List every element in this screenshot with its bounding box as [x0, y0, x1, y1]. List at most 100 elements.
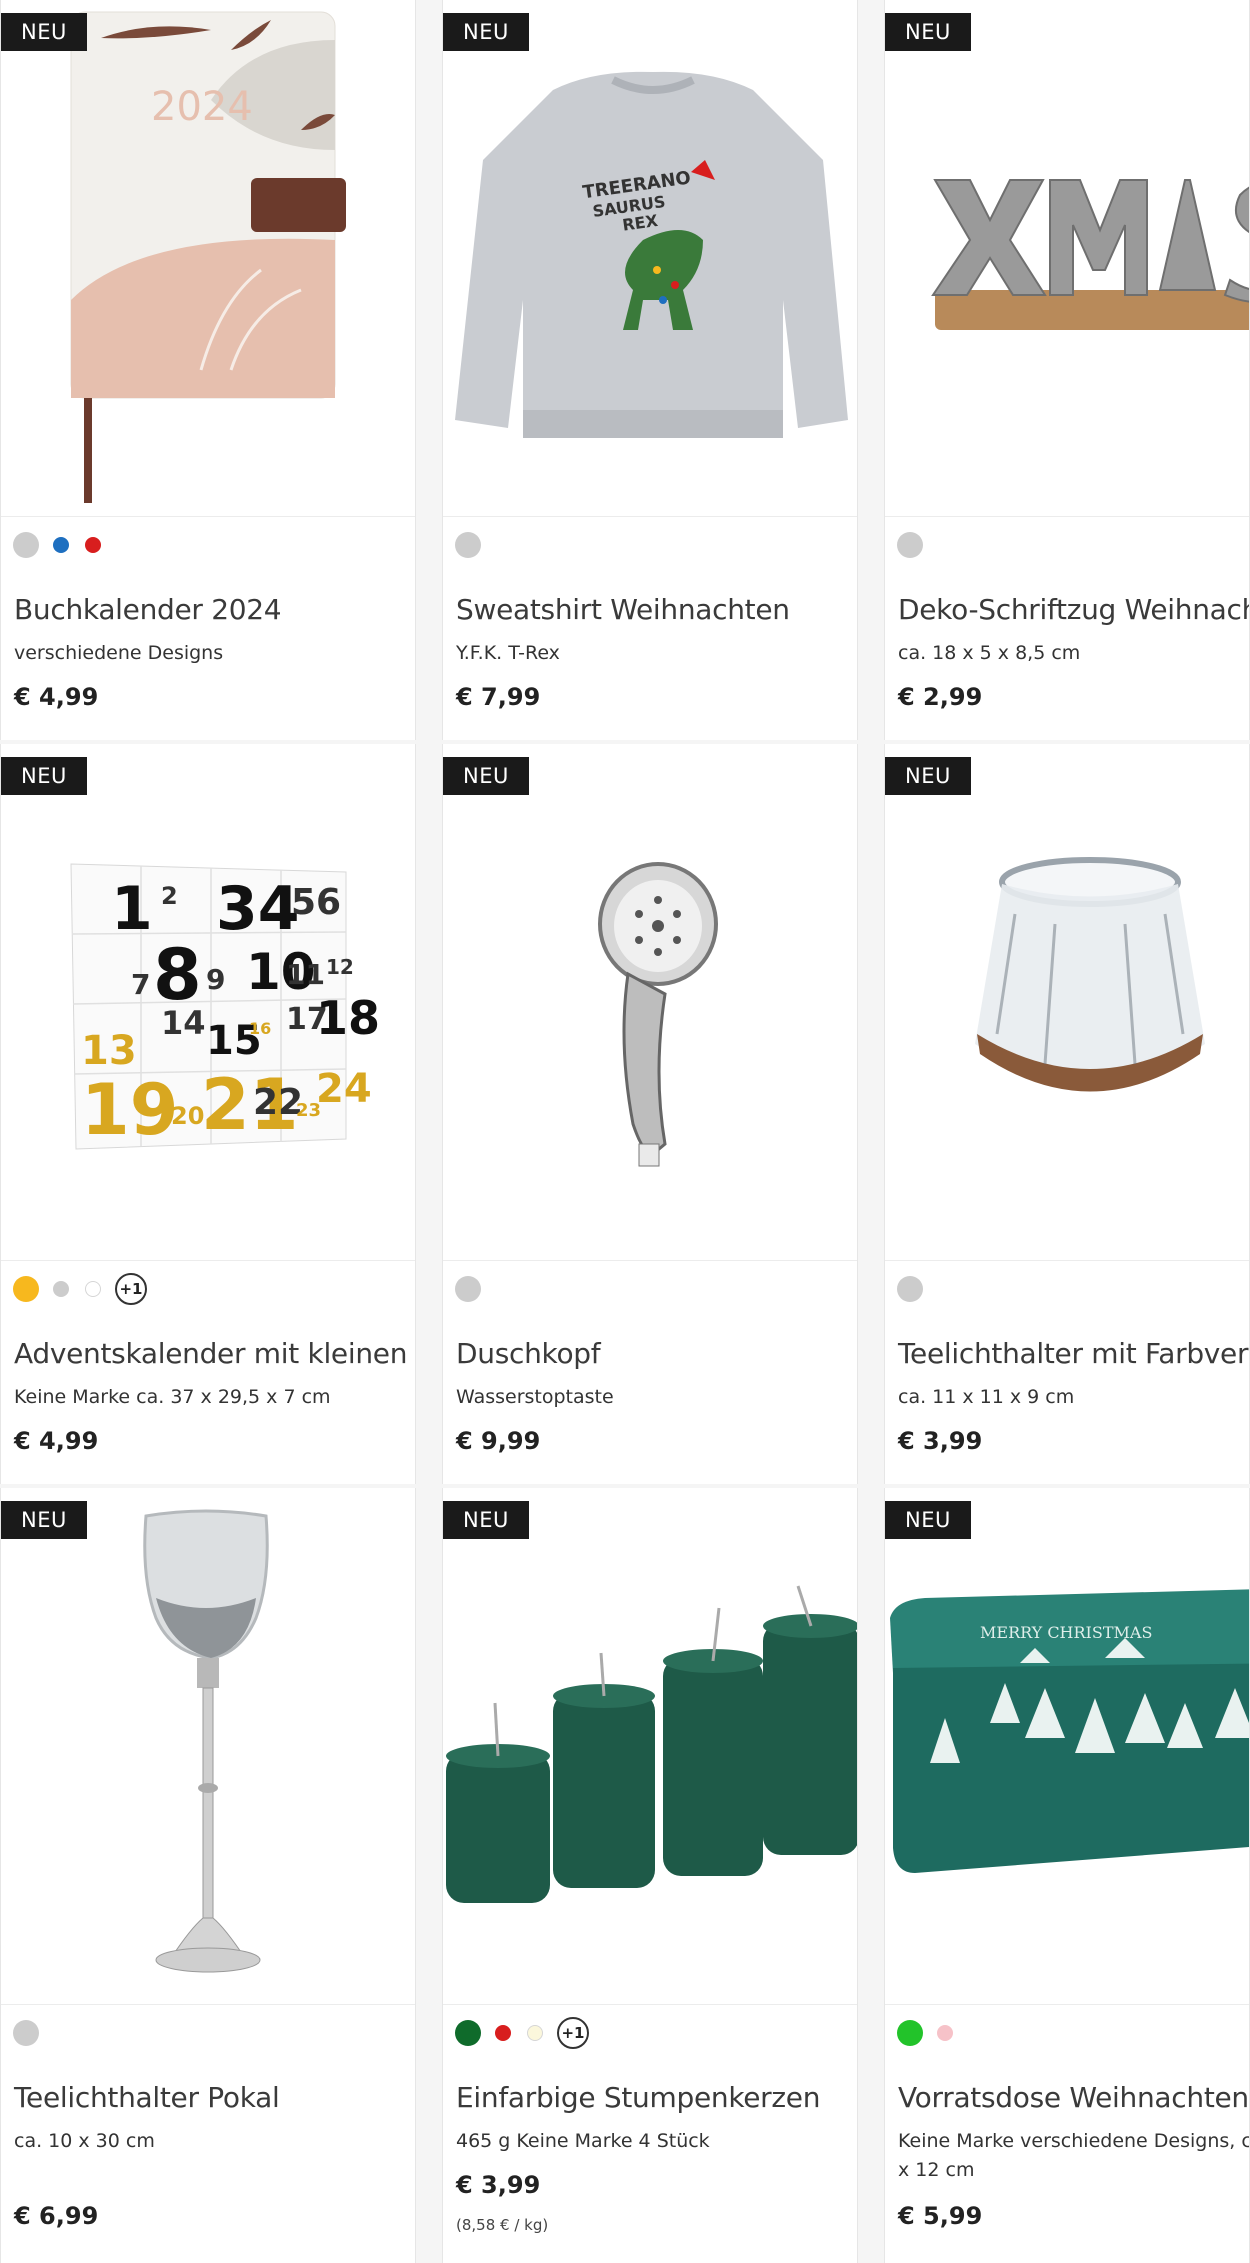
product-card[interactable]: NEU Duschkopf Wasserstoptaste € 9,99	[442, 744, 858, 1484]
product-price: € 4,99	[14, 683, 99, 711]
svg-text:2: 2	[161, 882, 178, 910]
product-title[interactable]: Duschkopf	[456, 1337, 601, 1370]
product-price: € 2,99	[898, 683, 983, 711]
more-colors-button[interactable]: +1	[115, 1273, 147, 1305]
product-subtitle: Wasserstoptaste	[456, 1386, 614, 1408]
product-subtitle: 465 g Keine Marke 4 Stück	[456, 2130, 710, 2152]
new-badge: NEU	[1, 757, 87, 795]
product-card[interactable]: NEU Teelichthalter Pokal ca. 10 x 30 cm …	[0, 1488, 416, 2263]
color-swatch[interactable]	[13, 1276, 39, 1302]
unit-price: (8,58 € / kg)	[456, 2216, 549, 2234]
product-subtitle: ca. 10 x 30 cm	[14, 2130, 155, 2152]
product-subtitle: Y.F.K. T-Rex	[456, 642, 560, 664]
product-image-tealight-holder[interactable]	[885, 744, 1249, 1261]
color-swatch[interactable]	[53, 1281, 69, 1297]
product-subtitle: Keine Marke ca. 37 x 29,5 x 7 cm	[14, 1386, 331, 1408]
product-card[interactable]: 1 2 34 56 7 8 9 10 11 12 13 14 15 16 17 …	[0, 744, 416, 1484]
product-card[interactable]: NEU +1 Einfarbige Stumpenkerzen 465 g Ke…	[442, 1488, 858, 2263]
product-image-xmas-lettering[interactable]	[885, 0, 1249, 517]
product-subtitle: ca. 11 x 11 x 9 cm	[898, 1386, 1075, 1408]
product-price: € 5,99	[898, 2202, 983, 2230]
svg-text:24: 24	[316, 1066, 372, 1112]
color-swatch[interactable]	[937, 2025, 953, 2041]
svg-text:18: 18	[316, 991, 380, 1045]
color-swatch[interactable]	[897, 2020, 923, 2046]
svg-text:16: 16	[249, 1019, 271, 1038]
svg-text:56: 56	[291, 882, 341, 923]
new-badge: NEU	[1, 13, 87, 51]
product-price: € 3,99	[456, 2171, 541, 2199]
svg-text:13: 13	[81, 1028, 137, 1074]
svg-text:14: 14	[161, 1004, 206, 1042]
color-swatches[interactable]	[453, 530, 487, 560]
new-badge: NEU	[885, 757, 971, 795]
product-price: € 7,99	[456, 683, 541, 711]
product-title[interactable]: Teelichthalter mit Farbverlauf	[898, 1337, 1249, 1370]
color-swatches[interactable]	[895, 530, 929, 560]
color-swatch[interactable]	[495, 2025, 511, 2041]
product-card[interactable]: 2024 NEU Buchkalender 2024 verschiedene …	[0, 0, 416, 740]
color-swatch[interactable]	[53, 537, 69, 553]
new-badge: NEU	[1, 1501, 87, 1539]
color-swatch[interactable]	[897, 1276, 923, 1302]
product-image-shower-head[interactable]	[443, 744, 857, 1261]
product-image-goblet-tealight[interactable]	[1, 1488, 415, 2005]
svg-text:12: 12	[326, 955, 354, 979]
color-swatches[interactable]	[895, 2018, 961, 2048]
product-title[interactable]: Teelichthalter Pokal	[14, 2081, 280, 2114]
product-title[interactable]: Adventskalender mit kleinen B...	[14, 1337, 415, 1370]
product-image-christmas-tin[interactable]: MERRY CHRISTMAS	[885, 1488, 1249, 2005]
product-grid: 2024 NEU Buchkalender 2024 verschiedene …	[0, 0, 1250, 2263]
svg-text:11: 11	[286, 958, 325, 991]
product-subtitle: verschiedene Designs	[14, 642, 224, 664]
product-price: € 4,99	[14, 1427, 99, 1455]
svg-text:19: 19	[81, 1069, 178, 1151]
svg-text:9: 9	[206, 963, 225, 996]
product-price: € 9,99	[456, 1427, 541, 1455]
product-image-calendar[interactable]: 2024	[1, 0, 415, 517]
color-swatch[interactable]	[897, 532, 923, 558]
product-subtitle: x 12 cm	[898, 2159, 975, 2181]
svg-text:2024: 2024	[151, 84, 253, 130]
product-card[interactable]: MERRY CHRISTMAS NEU Vorratsdose Weihnach…	[884, 1488, 1250, 2263]
color-swatches[interactable]: +1	[453, 2017, 597, 2049]
svg-text:20: 20	[171, 1102, 204, 1130]
svg-text:MERRY CHRISTMAS: MERRY CHRISTMAS	[980, 1623, 1152, 1642]
product-card[interactable]: TREERANO SAURUS REX NEU Sweatshirt Weihn…	[442, 0, 858, 740]
svg-text:7: 7	[131, 968, 150, 1001]
color-swatches[interactable]	[453, 1274, 487, 1304]
product-subtitle: ca. 18 x 5 x 8,5 cm	[898, 642, 1081, 664]
product-image-pillar-candles[interactable]	[443, 1488, 857, 2005]
new-badge: NEU	[885, 1501, 971, 1539]
product-card[interactable]: NEU Teelichthalter mit Farbverlauf ca. 1…	[884, 744, 1250, 1484]
product-title[interactable]: Buchkalender 2024	[14, 593, 282, 626]
new-badge: NEU	[443, 13, 529, 51]
color-swatches[interactable]: +1	[11, 1273, 155, 1305]
new-badge: NEU	[885, 13, 971, 51]
product-card[interactable]: NEU Deko-Schriftzug Weihnachten ca. 18 x…	[884, 0, 1250, 740]
svg-text:1: 1	[111, 874, 153, 944]
new-badge: NEU	[443, 757, 529, 795]
product-subtitle: Keine Marke verschiedene Designs, ca. 3	[898, 2130, 1250, 2152]
color-swatches[interactable]	[11, 2018, 45, 2048]
product-title[interactable]: Einfarbige Stumpenkerzen	[456, 2081, 820, 2114]
color-swatch[interactable]	[85, 537, 101, 553]
color-swatch[interactable]	[13, 2020, 39, 2046]
product-price: € 3,99	[898, 1427, 983, 1455]
new-badge: NEU	[443, 1501, 529, 1539]
color-swatches[interactable]	[895, 1274, 929, 1304]
color-swatch[interactable]	[527, 2025, 543, 2041]
product-price: € 6,99	[14, 2202, 99, 2230]
color-swatch[interactable]	[455, 2020, 481, 2046]
product-title[interactable]: Deko-Schriftzug Weihnachten	[898, 593, 1249, 626]
color-swatch[interactable]	[85, 1281, 101, 1297]
color-swatch[interactable]	[13, 532, 39, 558]
color-swatch[interactable]	[455, 532, 481, 558]
product-image-sweatshirt[interactable]: TREERANO SAURUS REX	[443, 0, 857, 517]
more-colors-button[interactable]: +1	[557, 2017, 589, 2049]
product-title[interactable]: Sweatshirt Weihnachten	[456, 593, 790, 626]
product-image-advent-calendar[interactable]: 1 2 34 56 7 8 9 10 11 12 13 14 15 16 17 …	[1, 744, 415, 1261]
color-swatches[interactable]	[11, 530, 109, 560]
color-swatch[interactable]	[455, 1276, 481, 1302]
product-title[interactable]: Vorratsdose Weihnachten	[898, 2081, 1249, 2114]
